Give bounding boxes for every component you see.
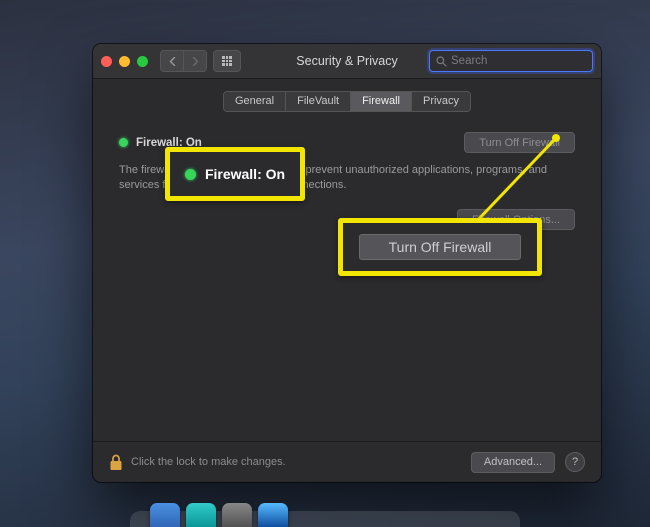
close-window-button[interactable] [101, 56, 112, 67]
dock-app-icon[interactable] [258, 503, 288, 527]
dock-items [150, 503, 288, 527]
nav-back-forward [160, 50, 207, 72]
forward-button[interactable] [183, 50, 207, 72]
zoom-window-button[interactable] [137, 56, 148, 67]
tab-filevault[interactable]: FileVault [286, 92, 351, 111]
turn-off-firewall-button[interactable]: Turn Off Firewall [464, 132, 575, 153]
status-led-icon [185, 169, 196, 180]
lock-icon [109, 454, 123, 471]
search-field[interactable]: Search [429, 50, 593, 72]
advanced-button[interactable]: Advanced... [471, 452, 555, 473]
annotation-status-text: Firewall: On [205, 166, 285, 182]
tab-general[interactable]: General [224, 92, 286, 111]
dock-app-icon[interactable] [150, 503, 180, 527]
annotation-status-highlight: Firewall: On [165, 147, 305, 201]
search-icon [436, 56, 447, 67]
dock-app-icon[interactable] [186, 503, 216, 527]
grid-icon [222, 56, 231, 65]
search-placeholder: Search [451, 55, 487, 67]
tab-firewall[interactable]: Firewall [351, 92, 412, 111]
tab-privacy[interactable]: Privacy [412, 92, 470, 111]
tabs: General FileVault Firewall Privacy [223, 91, 471, 112]
back-button[interactable] [160, 50, 183, 72]
lock-button[interactable] [109, 454, 123, 471]
lock-hint-text: Click the lock to make changes. [131, 456, 286, 468]
annotation-turn-off-button: Turn Off Firewall [359, 234, 521, 260]
show-all-button[interactable] [213, 50, 241, 72]
dock-app-icon[interactable] [222, 503, 252, 527]
tabs-row: General FileVault Firewall Privacy [93, 91, 601, 112]
minimize-window-button[interactable] [119, 56, 130, 67]
window-controls [101, 56, 148, 67]
status-led-icon [119, 138, 128, 147]
window-footer: Click the lock to make changes. Advanced… [93, 441, 601, 482]
help-button[interactable]: ? [565, 452, 585, 472]
titlebar: Security & Privacy Search [93, 44, 601, 79]
annotation-button-highlight: Turn Off Firewall [338, 218, 542, 276]
